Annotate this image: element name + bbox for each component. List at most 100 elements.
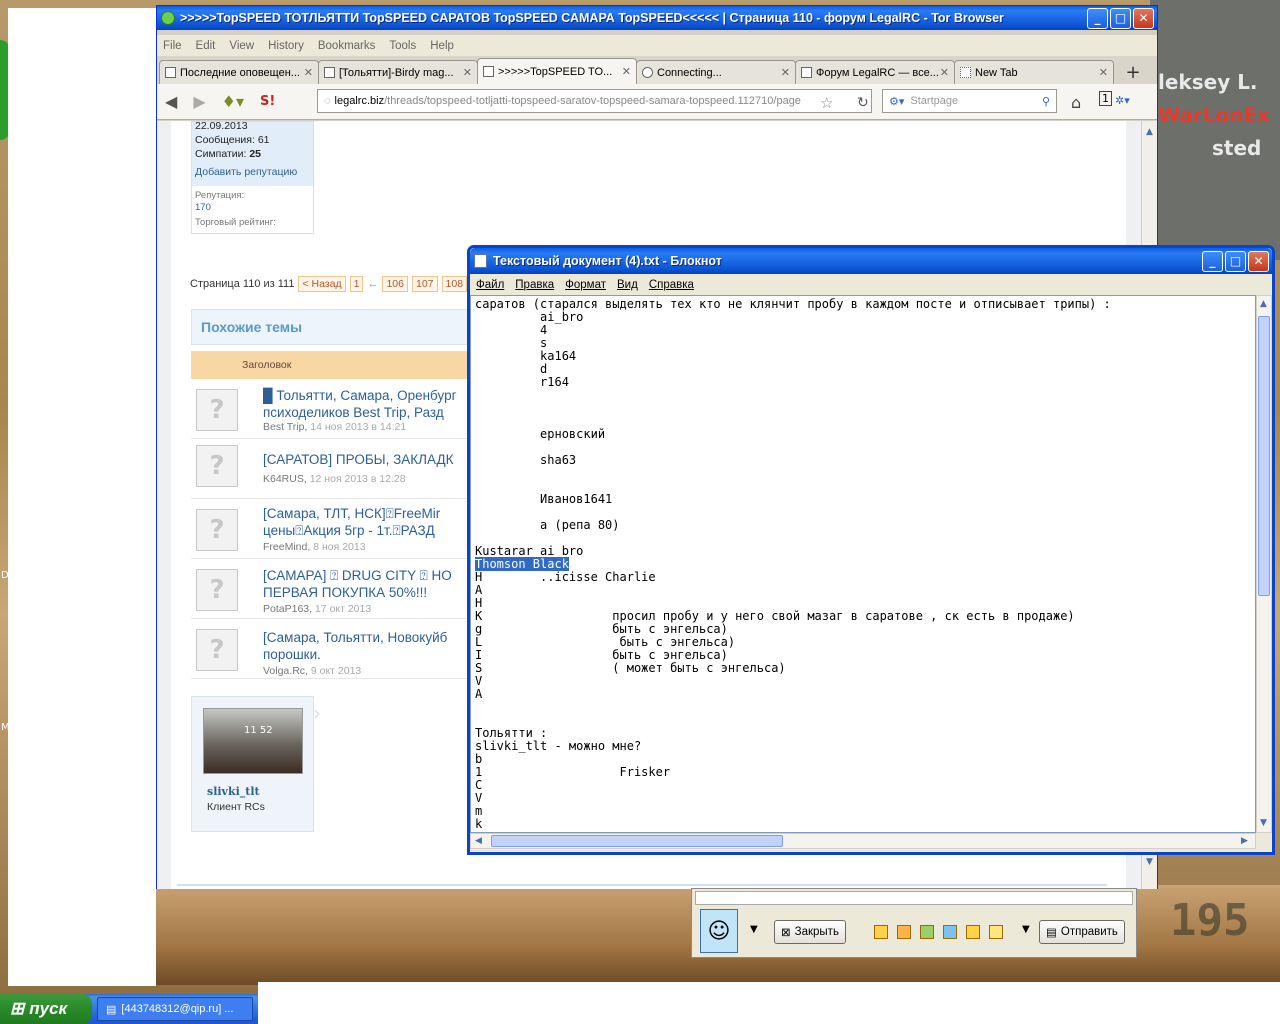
page-link-1[interactable]: 1 xyxy=(349,276,364,292)
menu-history[interactable]: History xyxy=(268,40,304,52)
add-reputation-link[interactable]: Добавить репутацию xyxy=(195,166,297,178)
chat-input-field[interactable] xyxy=(695,891,1133,905)
tab-forum[interactable]: Форум LegalRC — все... ✕ xyxy=(795,60,955,84)
tor-button-icon[interactable]: ♦▾ xyxy=(222,92,244,111)
menu-tools[interactable]: Tools xyxy=(389,40,416,52)
scroll-down-arrow-icon[interactable]: ▼ xyxy=(1146,857,1153,867)
tab-close-icon[interactable]: ✕ xyxy=(304,66,313,79)
np-vscroll-thumb[interactable] xyxy=(1258,316,1270,596)
send-options-arrow-icon[interactable]: ▼ xyxy=(1022,924,1030,935)
notepad-text-area[interactable]: саратов (старался выделять тех кто не кл… xyxy=(470,295,1256,833)
tab-close-icon[interactable]: ✕ xyxy=(1099,66,1108,79)
thread-title-line[interactable]: цены⍰Акция 5гр - 1т.⍰РАЗД xyxy=(263,522,493,539)
history-icon[interactable] xyxy=(966,925,980,939)
thread-row[interactable]: ? [Самара, Тольятти, Новокуйб порошки. Vo… xyxy=(191,619,491,679)
poster-username[interactable]: slivki_tlt xyxy=(207,785,260,798)
home-icon[interactable]: ⌂ xyxy=(1071,93,1081,112)
thread-title-line[interactable]: [Самара, ТЛТ, НСК]⍰FreeMir xyxy=(263,505,493,522)
thread-author[interactable]: FreeMind xyxy=(263,541,307,553)
notepad-vertical-scrollbar[interactable]: ▲ ▼ xyxy=(1256,295,1272,833)
thread-title-line[interactable]: психоделиков Best Trip, Разд xyxy=(263,404,493,421)
notepad-horizontal-scrollbar[interactable]: ◀ ▶ xyxy=(470,833,1256,849)
page-skip-arrow[interactable]: ← xyxy=(367,278,378,290)
np-menu-view[interactable]: Вид xyxy=(617,279,638,291)
np-menu-format[interactable]: Формат xyxy=(565,279,606,291)
new-tab-button[interactable]: + xyxy=(1121,60,1145,84)
thread-title[interactable]: [САМАРА] ⍰ DRUG CITY ⍰ НО ПЕРВАЯ ПОКУПКА … xyxy=(263,567,493,601)
np-scroll-left-icon[interactable]: ◀ xyxy=(475,836,482,846)
thread-author[interactable]: K64RUS xyxy=(263,473,304,485)
thread-row[interactable]: ? [САРАТОВ] ПРОБЫ, ЗАКЛАДК K64RUS, 12 но… xyxy=(191,439,491,499)
browser-title-bar[interactable]: >>>>>TopSPEED ТОТЛЬЯТТИ TopSPEED САРАТОВ… xyxy=(157,6,1157,30)
noscript-icon[interactable]: S! xyxy=(260,94,275,109)
scroll-up-arrow-icon[interactable]: ▲ xyxy=(1146,127,1153,137)
menu-file[interactable]: File xyxy=(163,40,182,52)
forward-arrow-icon[interactable]: ▶ xyxy=(193,92,205,111)
page-link-107[interactable]: 107 xyxy=(411,276,438,292)
tab-close-icon[interactable]: ✕ xyxy=(781,66,790,79)
notepad-close-button[interactable]: ✕ xyxy=(1248,250,1269,272)
thread-title-line[interactable]: [САМАРА] ⍰ DRUG CITY ⍰ НО xyxy=(263,567,493,584)
back-arrow-icon[interactable]: ◀ xyxy=(165,92,177,111)
eraser-icon[interactable] xyxy=(989,925,1003,939)
chat-close-button[interactable]: ⊠ Закрыть xyxy=(774,920,846,944)
reputation-value[interactable]: 170 xyxy=(195,202,211,213)
minimize-button[interactable]: _ xyxy=(1087,7,1108,29)
page-link-108[interactable]: 108 xyxy=(441,276,468,292)
notepad-content[interactable]: саратов (старался выделять тех кто не кл… xyxy=(471,296,1255,831)
thread-author[interactable]: Volga.Rc xyxy=(263,665,305,677)
np-scroll-right-icon[interactable]: ▶ xyxy=(1241,836,1248,846)
page-link-106[interactable]: 106 xyxy=(382,276,408,292)
menu-help[interactable]: Help xyxy=(430,40,454,52)
notepad-title-bar[interactable]: Текстовый документ (4).txt - Блокнот _ □… xyxy=(470,248,1272,274)
prev-page-button[interactable]: < Назад xyxy=(298,276,346,292)
np-scroll-up-icon[interactable]: ▲ xyxy=(1260,299,1267,309)
close-button[interactable]: ✕ xyxy=(1133,7,1154,29)
thread-title-line[interactable]: █ Тольятти, Самара, Оренбург xyxy=(263,387,493,404)
default-avatar-icon[interactable]: ? xyxy=(196,629,238,671)
url-bar[interactable]: ◌ legalrc.biz/threads/topspeed-totljatti… xyxy=(317,89,872,113)
tab-close-icon[interactable]: ✕ xyxy=(463,66,472,79)
tab-notifications[interactable]: Последние оповещен... ✕ xyxy=(159,60,319,84)
search-input[interactable]: ⚙▾ Startpage ⚲ xyxy=(882,89,1057,113)
send-button[interactable]: ▤ Отправить xyxy=(1039,920,1125,944)
menu-view[interactable]: View xyxy=(229,40,254,52)
search-icon[interactable]: ⚲ xyxy=(1042,95,1050,108)
thread-title[interactable]: [Самара, ТЛТ, НСК]⍰FreeMir цены⍰Акция 5гр… xyxy=(263,505,493,539)
default-avatar-icon[interactable]: ? xyxy=(196,509,238,551)
search-engine-icon[interactable]: ⚙▾ xyxy=(889,95,904,108)
thread-title-line[interactable]: [САРАТОВ] ПРОБЫ, ЗАКЛАДК xyxy=(263,451,493,468)
thread-author[interactable]: PotaP163 xyxy=(263,603,309,615)
taskbar-item-qip[interactable]: ▤ [443748312@qip.ru] ... xyxy=(97,997,253,1021)
start-button[interactable]: ⊞ пуск xyxy=(0,994,92,1024)
tab-birdy[interactable]: [Тольятти]-Birdy mag... ✕ xyxy=(318,60,478,84)
tor-circuit-badge[interactable]: 1 xyxy=(1099,91,1112,106)
default-avatar-icon[interactable]: ? xyxy=(196,569,238,611)
smiley-icon[interactable] xyxy=(897,925,911,939)
tab-topspeed[interactable]: >>>>>TopSPEED TO... ✕ xyxy=(477,58,637,84)
extension-icon[interactable]: ✲▾ xyxy=(1115,94,1130,107)
thread-title[interactable]: [Самара, Тольятти, Новокуйб порошки. xyxy=(263,629,493,663)
poster-avatar[interactable]: 11 52 xyxy=(203,708,303,774)
default-avatar-icon[interactable]: ? xyxy=(196,445,238,487)
tab-new-tab[interactable]: New Tab ✕ xyxy=(954,60,1114,84)
reload-icon[interactable]: ↻ xyxy=(857,95,869,111)
thread-title[interactable]: [САРАТОВ] ПРОБЫ, ЗАКЛАДК xyxy=(263,451,493,468)
thread-author[interactable]: Best Trip xyxy=(263,421,304,433)
np-menu-help[interactable]: Справка xyxy=(649,279,694,291)
np-scroll-down-icon[interactable]: ▼ xyxy=(1260,818,1267,828)
tab-close-icon[interactable]: ✕ xyxy=(622,65,631,78)
text-format-icon[interactable] xyxy=(874,925,888,939)
thread-row[interactable]: ? [Самара, ТЛТ, НСК]⍰FreeMir цены⍰Акция 5… xyxy=(191,499,491,559)
tab-close-icon[interactable]: ✕ xyxy=(940,66,949,79)
np-menu-edit[interactable]: Правка xyxy=(515,279,554,291)
notepad-minimize-button[interactable]: _ xyxy=(1202,250,1223,272)
thread-title-line[interactable]: порошки. xyxy=(263,646,493,663)
tab-connecting[interactable]: Connecting... ✕ xyxy=(636,60,796,84)
maximize-button[interactable]: □ xyxy=(1110,7,1131,29)
np-menu-file[interactable]: Файл xyxy=(476,279,504,291)
np-hscroll-thumb[interactable] xyxy=(491,835,783,847)
menu-bookmarks[interactable]: Bookmarks xyxy=(318,40,376,52)
contacts-icon[interactable] xyxy=(943,925,957,939)
thread-title-line[interactable]: ПЕРВАЯ ПОКУПКА 50%!!! xyxy=(263,584,493,601)
